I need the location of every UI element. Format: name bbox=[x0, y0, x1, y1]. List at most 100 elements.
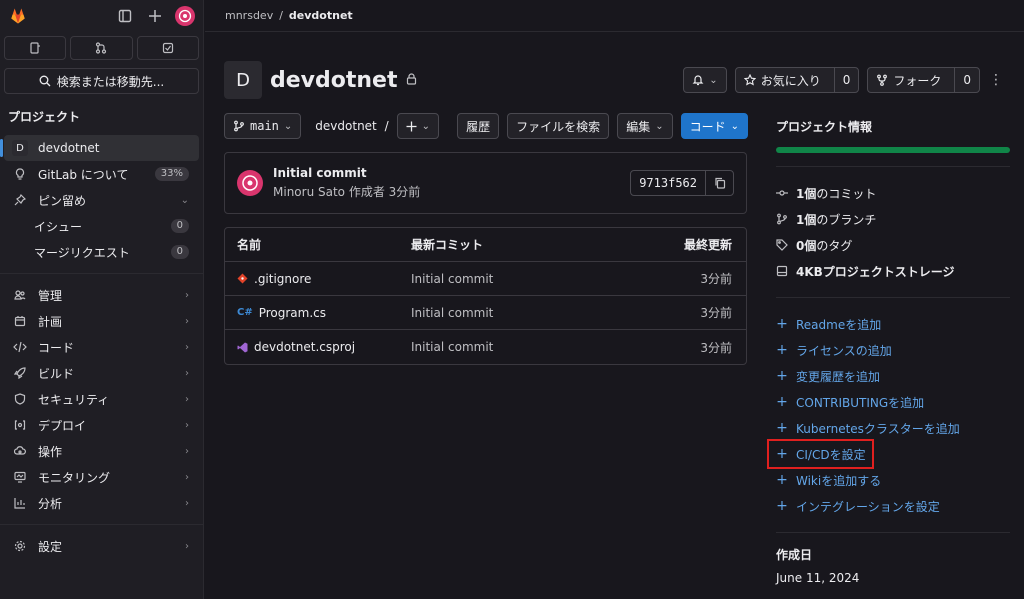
commit-sha[interactable]: 9713f562 bbox=[631, 171, 705, 195]
sidebar-item-label: 操作 bbox=[38, 444, 63, 459]
add-wiki-link[interactable]: + Wikiを追加する bbox=[776, 467, 1010, 493]
table-row[interactable]: devdotnet.csproj Initial commit 3分前 bbox=[225, 330, 746, 364]
lock-icon bbox=[406, 72, 417, 88]
plus-icon: + bbox=[776, 446, 788, 462]
sidebar-item-plan[interactable]: 計画 › bbox=[4, 308, 199, 334]
issues-icon bbox=[30, 42, 41, 54]
add-to-tree-dropdown[interactable]: ⌄ bbox=[396, 113, 440, 139]
find-file-button[interactable]: ファイルを検索 bbox=[507, 113, 610, 139]
chevron-down-icon: ⌄ bbox=[709, 74, 718, 86]
fork-button[interactable]: フォーク 0 bbox=[867, 67, 980, 93]
plus-icon: + bbox=[776, 498, 788, 514]
configure-integrations-link[interactable]: + インテグレーションを設定 bbox=[776, 493, 1010, 519]
project-info-title: プロジェクト情報 bbox=[776, 120, 873, 134]
add-kubernetes-cluster-link[interactable]: + Kubernetesクラスターを追加 bbox=[776, 415, 1010, 441]
star-button[interactable]: お気に入り 0 bbox=[734, 67, 860, 93]
add-changelog-link[interactable]: + 変更履歴を追加 bbox=[776, 363, 1010, 389]
todo-icon bbox=[162, 42, 173, 54]
left-sidebar: 検索または移動先... プロジェクト D devdotnet GitLab につ… bbox=[0, 0, 204, 599]
issues-shortcut-button[interactable] bbox=[4, 36, 67, 60]
sidebar-item-monitor[interactable]: モニタリング › bbox=[4, 464, 199, 490]
project-letter-avatar: D bbox=[12, 140, 28, 156]
project-header: D devdotnet bbox=[224, 60, 748, 100]
file-name[interactable]: .gitignore bbox=[254, 272, 311, 286]
progress-badge: 33% bbox=[154, 167, 189, 181]
breadcrumb-group-link[interactable]: mnrsdev bbox=[225, 9, 273, 22]
branch-switcher[interactable]: main ⌄ bbox=[224, 113, 302, 139]
repo-path-root[interactable]: devdotnet bbox=[315, 119, 376, 133]
commit-sha-group: 9713f562 bbox=[630, 170, 734, 196]
sidebar-item-settings[interactable]: 設定 › bbox=[4, 533, 199, 559]
sidebar-item-merge-requests[interactable]: マージリクエスト 0 bbox=[4, 239, 199, 265]
chevron-right-icon: › bbox=[185, 540, 189, 552]
sidebar-item-project[interactable]: D devdotnet bbox=[0, 135, 199, 161]
col-last-update: 最終更新 bbox=[683, 238, 732, 252]
link-label: Readmeを追加 bbox=[796, 317, 882, 332]
sidebar-item-operate[interactable]: 操作 › bbox=[4, 438, 199, 464]
notification-dropdown[interactable]: ⌄ bbox=[683, 67, 727, 93]
sidebar-item-security[interactable]: セキュリティ › bbox=[4, 386, 199, 412]
code-icon bbox=[12, 341, 28, 353]
history-button[interactable]: 履歴 bbox=[457, 113, 500, 139]
chevron-down-icon: ⌄ bbox=[283, 120, 293, 132]
link-label: CONTRIBUTINGを追加 bbox=[796, 395, 925, 410]
created-date: June 11, 2024 bbox=[776, 571, 860, 585]
setup-cicd-link[interactable]: + CI/CDを設定 bbox=[767, 439, 874, 469]
sidebar-item-label: 分析 bbox=[38, 496, 63, 511]
sidebar-item-code[interactable]: コード › bbox=[4, 334, 199, 360]
chevron-right-icon: › bbox=[185, 497, 189, 509]
file-commit[interactable]: Initial commit bbox=[411, 306, 626, 320]
more-actions-icon[interactable]: ⋮ bbox=[988, 72, 1004, 88]
file-name[interactable]: devdotnet.csproj bbox=[254, 340, 355, 354]
user-avatar[interactable] bbox=[175, 6, 195, 26]
commit-author-avatar[interactable] bbox=[237, 170, 263, 196]
sidebar-item-deploy[interactable]: デプロイ › bbox=[4, 412, 199, 438]
breadcrumb: mnrsdev / devdotnet bbox=[205, 0, 1024, 32]
edit-dropdown[interactable]: 編集 ⌄ bbox=[617, 113, 673, 139]
sidebar-item-label: マージリクエスト bbox=[34, 245, 130, 260]
plus-icon[interactable] bbox=[145, 6, 165, 26]
project-avatar: D bbox=[224, 61, 262, 99]
sidebar-item-manage[interactable]: 管理 › bbox=[4, 282, 199, 308]
add-license-link[interactable]: + ライセンスの追加 bbox=[776, 337, 1010, 363]
add-readme-link[interactable]: + Readmeを追加 bbox=[776, 311, 1010, 337]
file-updated: 3分前 bbox=[700, 272, 732, 286]
sidebar-item-build[interactable]: ビルド › bbox=[4, 360, 199, 386]
file-commit[interactable]: Initial commit bbox=[411, 272, 626, 286]
gitlab-logo-icon[interactable] bbox=[8, 6, 28, 26]
table-row[interactable]: C# Program.cs Initial commit 3分前 bbox=[225, 296, 746, 330]
sidebar-item-label: コード bbox=[38, 340, 75, 355]
sidebar-item-issues[interactable]: イシュー 0 bbox=[4, 213, 199, 239]
link-label: 変更履歴を追加 bbox=[796, 369, 881, 384]
branches-stat[interactable]: 1個のブランチ bbox=[776, 206, 1010, 232]
todo-shortcut-button[interactable] bbox=[136, 36, 199, 60]
tags-stat[interactable]: 0個のタグ bbox=[776, 232, 1010, 258]
sidebar-item-about-gitlab[interactable]: GitLab について 33% bbox=[4, 161, 199, 187]
add-contributing-link[interactable]: + CONTRIBUTINGを追加 bbox=[776, 389, 1010, 415]
merge-requests-shortcut-button[interactable] bbox=[70, 36, 133, 60]
commit-title[interactable]: Initial commit bbox=[273, 166, 420, 180]
commits-stat[interactable]: 1個のコミット bbox=[776, 180, 1010, 206]
file-commit[interactable]: Initial commit bbox=[411, 340, 626, 354]
search-button[interactable]: 検索または移動先... bbox=[4, 68, 199, 94]
breadcrumb-project-link[interactable]: devdotnet bbox=[289, 9, 353, 22]
copy-icon[interactable] bbox=[705, 171, 733, 195]
stat-label: プロジェクトストレージ bbox=[822, 264, 955, 279]
chart-icon bbox=[12, 497, 28, 509]
sidebar-item-label: ビルド bbox=[38, 366, 75, 381]
table-row[interactable]: .gitignore Initial commit 3分前 bbox=[225, 262, 746, 296]
col-last-commit: 最新コミット bbox=[411, 238, 484, 252]
breadcrumb-separator: / bbox=[279, 9, 283, 22]
sidebar-item-label: モニタリング bbox=[38, 470, 111, 485]
sidebar-item-analyze[interactable]: 分析 › bbox=[4, 490, 199, 516]
rocket-icon bbox=[12, 367, 28, 379]
sidebar-toggle-icon[interactable] bbox=[115, 6, 135, 26]
stat-value: 1個 bbox=[796, 186, 817, 201]
sidebar-item-pinned[interactable]: ピン留め ⌄ bbox=[4, 187, 199, 213]
code-dropdown[interactable]: コード ⌄ bbox=[680, 113, 748, 139]
plus-icon bbox=[406, 121, 417, 131]
file-name[interactable]: Program.cs bbox=[259, 306, 326, 320]
page-title: devdotnet bbox=[270, 67, 398, 93]
storage-stat[interactable]: 4KBプロジェクトストレージ bbox=[776, 258, 1010, 284]
repo-path-separator: / bbox=[384, 119, 389, 133]
